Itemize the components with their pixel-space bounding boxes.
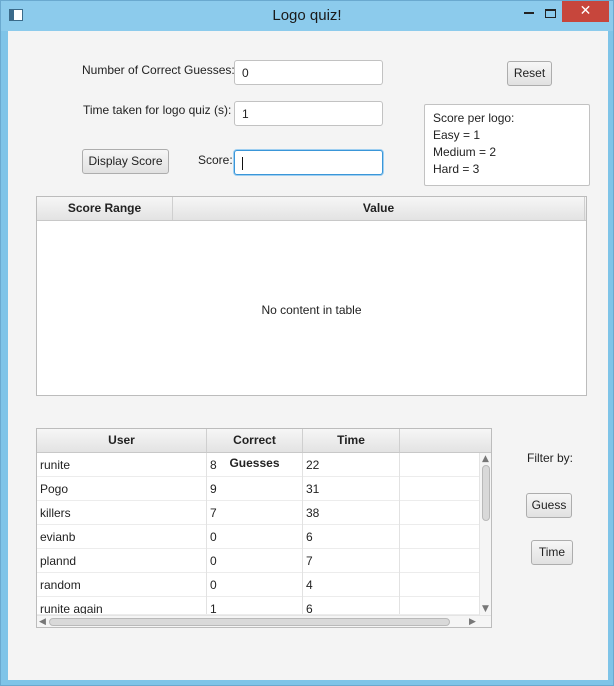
column-header-user[interactable]: User [37, 429, 207, 452]
table-row[interactable]: evianb 0 6 [37, 525, 479, 549]
reset-button[interactable]: Reset [507, 61, 552, 86]
table-header: User Correct Guesses Time [37, 429, 491, 470]
score-range-table[interactable]: Score Range Value No content in table [36, 196, 587, 396]
cell-user: plannd [37, 549, 207, 573]
scroll-right-icon[interactable]: ▶ [469, 617, 476, 627]
cell-correct-guesses: 0 [207, 549, 303, 573]
close-icon: ✕ [579, 3, 592, 19]
score-field[interactable] [234, 150, 383, 175]
cell-correct-guesses: 0 [207, 525, 303, 549]
display-score-button[interactable]: Display Score [82, 149, 169, 174]
cell-correct-guesses: 8 [207, 453, 303, 477]
table-row[interactable]: random 0 4 [37, 573, 479, 597]
info-line: Medium = 2 [433, 145, 497, 159]
user-table[interactable]: User Correct Guesses Time runite 8 22 Po… [36, 428, 492, 628]
column-header-time[interactable]: Time [303, 429, 400, 452]
empty-table-message: No content in table [261, 303, 362, 317]
vertical-scrollbar[interactable]: ▲ ▼ [479, 453, 491, 615]
title-bar[interactable]: Logo quiz! ✕ [1, 1, 613, 31]
cell-correct-guesses: 9 [207, 477, 303, 501]
time-taken-label: Time taken for logo quiz (s): [83, 103, 232, 117]
cell-correct-guesses: 0 [207, 573, 303, 597]
column-header-filler [400, 429, 491, 452]
cell-user: evianb [37, 525, 207, 549]
time-taken-value: 1 [242, 107, 249, 121]
cell-user: runite again [37, 597, 207, 614]
time-taken-field[interactable]: 1 [234, 101, 383, 126]
cell-time: 6 [303, 525, 400, 549]
table-row[interactable]: runite again 1 6 [37, 597, 479, 615]
score-label: Score: [198, 153, 233, 167]
cell-correct-guesses: 1 [207, 597, 303, 614]
close-button[interactable]: ✕ [562, 1, 609, 22]
cell-time: 4 [303, 573, 400, 597]
column-header-value[interactable]: Value [173, 197, 585, 220]
cell-user: random [37, 573, 207, 597]
column-header-correct-guesses[interactable]: Correct Guesses [207, 429, 303, 470]
scroll-up-icon[interactable]: ▲ [482, 454, 489, 464]
filter-guess-button[interactable]: Guess [526, 493, 572, 518]
correct-guesses-field[interactable]: 0 [234, 60, 383, 85]
table-row[interactable]: Pogo 9 31 [37, 477, 479, 501]
table-row[interactable]: runite 8 22 [37, 453, 479, 477]
horizontal-scroll-thumb[interactable] [49, 618, 450, 626]
cell-user: runite [37, 453, 207, 477]
table-row[interactable]: killers 7 38 [37, 501, 479, 525]
table-row[interactable]: plannd 0 7 [37, 549, 479, 573]
cell-correct-guesses: 7 [207, 501, 303, 525]
table-header: Score Range Value [37, 197, 586, 221]
cell-time: 6 [303, 597, 400, 614]
cell-time: 22 [303, 453, 400, 477]
text-caret [242, 157, 243, 171]
main-panel: Number of Correct Guesses: 0 Time taken … [8, 31, 608, 680]
cell-time: 38 [303, 501, 400, 525]
filter-time-button[interactable]: Time [531, 540, 573, 565]
horizontal-scrollbar[interactable]: ◀ ▶ [37, 615, 491, 627]
info-line: Easy = 1 [433, 128, 481, 142]
correct-guesses-label: Number of Correct Guesses: [82, 63, 235, 77]
cell-time: 7 [303, 549, 400, 573]
info-line: Hard = 3 [433, 162, 480, 176]
app-window: Logo quiz! ✕ Number of Correct Guesses: … [0, 0, 614, 686]
column-header-score-range[interactable]: Score Range [37, 197, 173, 220]
correct-guesses-value: 0 [242, 66, 249, 80]
scroll-left-icon[interactable]: ◀ [39, 617, 46, 627]
cell-user: killers [37, 501, 207, 525]
maximize-icon [544, 9, 556, 18]
cell-user: Pogo [37, 477, 207, 501]
score-info-box: Score per logo: Easy = 1 Medium = 2 Hard… [424, 104, 590, 186]
info-line: Score per logo: [433, 111, 515, 125]
minimize-icon [524, 12, 534, 14]
scroll-down-icon[interactable]: ▼ [482, 604, 489, 614]
filter-by-label: Filter by: [527, 451, 574, 465]
cell-time: 31 [303, 477, 400, 501]
maximize-button[interactable] [537, 4, 563, 26]
vertical-scroll-thumb[interactable] [482, 465, 490, 521]
